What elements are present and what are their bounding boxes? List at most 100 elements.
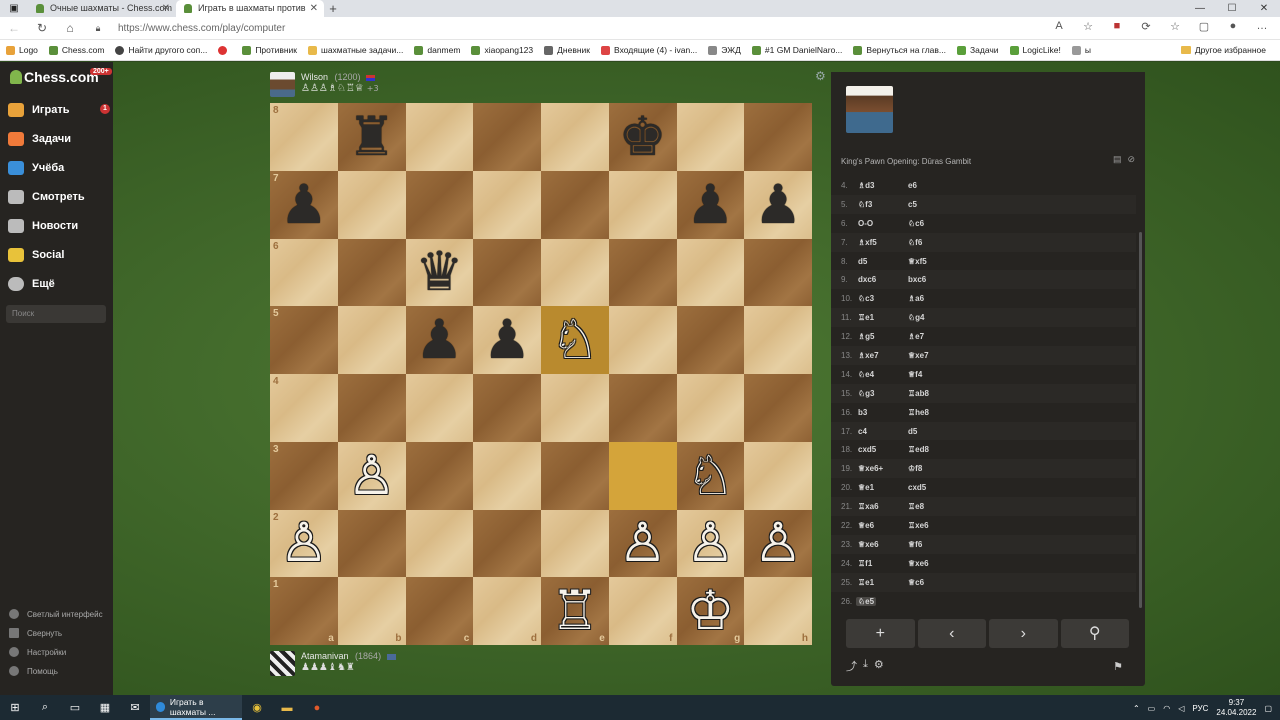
black-move[interactable]: ♕f6 xyxy=(908,540,922,549)
bookmark-item[interactable] xyxy=(218,45,231,55)
chess-piece[interactable]: ♙ xyxy=(618,516,666,570)
chess-piece[interactable]: ♙ xyxy=(754,516,802,570)
white-move[interactable]: d5 xyxy=(858,257,867,266)
bookmark-item[interactable]: Противник xyxy=(242,45,297,55)
square-b8[interactable]: ♜ xyxy=(337,103,406,171)
white-move[interactable]: ♕xe6+ xyxy=(858,464,883,473)
square-e3[interactable] xyxy=(541,441,609,510)
user-avatar[interactable] xyxy=(270,651,295,676)
square-a7[interactable]: 7 ♟ xyxy=(270,170,338,239)
white-move[interactable]: ♘e4 xyxy=(858,370,874,379)
chess-piece[interactable]: ♔ xyxy=(686,584,734,638)
chess-piece[interactable]: ♟ xyxy=(483,313,531,367)
square-g4[interactable] xyxy=(676,374,745,442)
square-h4[interactable] xyxy=(744,374,812,442)
close-tab-icon[interactable]: ✕ xyxy=(162,0,170,17)
square-a2[interactable]: 2 ♙ xyxy=(270,509,338,578)
black-move[interactable]: ♕c6 xyxy=(908,578,924,587)
square-b3[interactable]: ♙ xyxy=(337,441,406,510)
square-g7[interactable]: ♟ xyxy=(676,170,745,239)
sidebar-item-puzzles[interactable]: Задачи xyxy=(8,132,71,146)
square-c3[interactable] xyxy=(405,441,474,510)
collections-icon[interactable]: ▢ xyxy=(1196,20,1212,33)
black-move[interactable]: ♕xe7 xyxy=(908,351,929,360)
download-icon[interactable]: ⤓ xyxy=(863,658,868,674)
white-move[interactable]: ♖f1 xyxy=(858,559,872,568)
board-settings-gear-icon[interactable]: ⚙ xyxy=(815,69,826,83)
square-e8[interactable] xyxy=(541,103,609,171)
black-move[interactable]: ♘g4 xyxy=(908,313,925,322)
bookmark-item[interactable]: шахматные задачи... xyxy=(308,45,403,55)
help-button[interactable]: Помощь xyxy=(9,666,58,676)
reload-icon[interactable]: ↻ xyxy=(28,21,56,35)
white-move[interactable]: ♘c3 xyxy=(858,294,874,303)
square-c2[interactable] xyxy=(405,509,474,578)
bookmark-item[interactable]: Найти другого соп... xyxy=(115,45,207,55)
square-f5[interactable] xyxy=(608,306,677,374)
explorer-folder-icon[interactable]: ▬ xyxy=(272,702,302,714)
volume-icon[interactable]: ◁ xyxy=(1178,704,1184,713)
square-h3[interactable] xyxy=(744,441,812,510)
square-d5[interactable]: ♟ xyxy=(473,306,541,374)
square-d8[interactable] xyxy=(473,103,541,171)
black-move[interactable]: cxd5 xyxy=(908,483,926,492)
square-b7[interactable] xyxy=(337,170,406,239)
square-f1[interactable]: f xyxy=(608,577,677,645)
chess-piece[interactable]: ♙ xyxy=(347,448,395,503)
square-b4[interactable] xyxy=(337,374,406,442)
white-move[interactable]: dxc6 xyxy=(858,275,876,284)
white-move[interactable]: ♘e5 xyxy=(856,596,877,606)
white-move[interactable]: cxd5 xyxy=(858,445,876,454)
white-move[interactable]: ♘f3 xyxy=(858,200,872,209)
white-move[interactable]: ♕e6 xyxy=(858,521,874,530)
start-icon[interactable]: ⊞ xyxy=(0,701,30,714)
white-move[interactable]: ♖e1 xyxy=(858,313,874,322)
bookmark-item[interactable]: ЭЖД xyxy=(708,45,741,55)
square-c5[interactable]: ♟ xyxy=(405,306,474,374)
square-a5[interactable]: 5 xyxy=(270,306,338,374)
collapse-button[interactable]: Свернуть xyxy=(9,628,62,638)
chess-piece[interactable]: ♛ xyxy=(415,245,463,299)
white-move[interactable]: ♖e1 xyxy=(858,578,874,587)
sidebar-item-play[interactable]: Играть 1 xyxy=(8,103,110,117)
black-move[interactable]: ♕xe6 xyxy=(908,559,929,568)
bookmark-item[interactable]: xiaopang123 xyxy=(471,45,533,55)
black-move[interactable]: ♖ab8 xyxy=(908,389,929,398)
bookmark-item[interactable]: Задачи xyxy=(957,45,999,55)
close-window-icon[interactable]: ✕ xyxy=(1248,0,1280,17)
task-view-icon[interactable]: ▭ xyxy=(60,701,90,714)
black-move[interactable]: ♕xf5 xyxy=(908,257,927,266)
chess-piece[interactable]: ♟ xyxy=(686,177,734,232)
search-input[interactable]: Поиск xyxy=(6,305,106,323)
sidebar-item-news[interactable]: Новости xyxy=(8,219,78,233)
square-b5[interactable] xyxy=(337,306,406,374)
square-g1[interactable]: g ♔ xyxy=(676,577,745,645)
extension-icon[interactable]: ■ xyxy=(1109,20,1125,33)
square-f8[interactable]: ♚ xyxy=(608,103,677,171)
white-move[interactable]: ♗d3 xyxy=(858,181,875,190)
white-move[interactable]: ♖xa6 xyxy=(858,502,879,511)
powerpoint-icon[interactable]: ● xyxy=(302,702,332,714)
sidebar-item-more[interactable]: Ещё xyxy=(8,277,55,291)
chess-piece[interactable]: ♙ xyxy=(280,516,328,570)
sidebar-item-social[interactable]: Social xyxy=(8,248,64,262)
chess-logo[interactable]: Chess.com 200+ xyxy=(10,68,112,85)
black-move[interactable]: ♖xe6 xyxy=(908,521,929,530)
maximize-icon[interactable]: ☐ xyxy=(1216,0,1248,17)
user-name[interactable]: Atamanivan xyxy=(301,651,349,661)
square-c8[interactable] xyxy=(405,103,474,171)
square-g5[interactable] xyxy=(676,306,745,374)
square-e7[interactable] xyxy=(541,170,609,239)
white-move[interactable]: ♕xe6 xyxy=(858,540,879,549)
white-move[interactable]: ♕e1 xyxy=(858,483,874,492)
language-indicator[interactable]: РУС xyxy=(1192,704,1208,713)
white-move[interactable]: ♘g3 xyxy=(858,389,875,398)
next-move-button[interactable]: › xyxy=(989,619,1058,648)
black-move[interactable]: ♖he8 xyxy=(908,408,929,417)
tab-play-computer[interactable]: Играть в шахматы против ✕ xyxy=(176,0,324,17)
profile-icon[interactable]: ● xyxy=(1225,20,1241,33)
square-e6[interactable] xyxy=(541,238,609,307)
refresh-icon[interactable]: ⟳ xyxy=(1138,20,1154,33)
bookmark-item[interactable]: Chess.com xyxy=(48,45,104,55)
white-move[interactable]: O-O xyxy=(858,219,873,228)
